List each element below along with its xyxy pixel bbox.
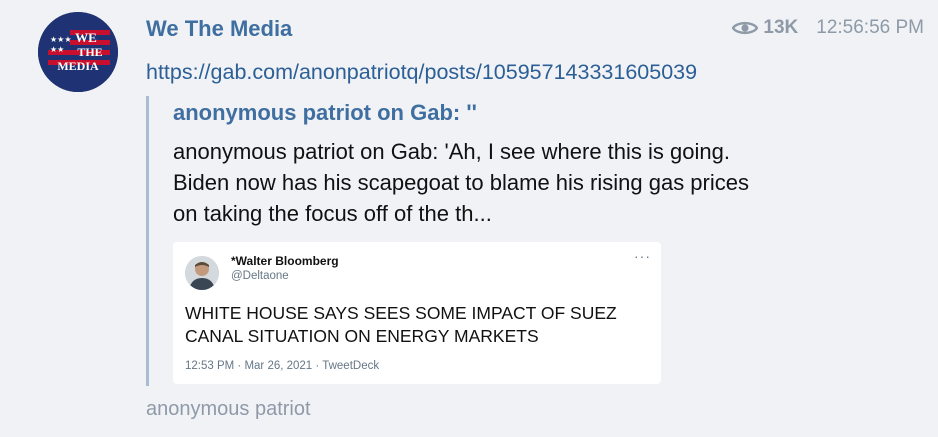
views-count: 13K xyxy=(732,17,798,39)
eye-icon xyxy=(732,21,759,35)
message-time: 12:56:56 PM xyxy=(816,17,924,38)
more-icon: ··· xyxy=(634,248,651,264)
tweet-image[interactable]: *Walter Bloomberg @Deltaone ··· WHITE HO… xyxy=(173,242,661,384)
link-preview[interactable]: anonymous patriot on Gab: '' anonymous p… xyxy=(146,96,829,386)
post-link[interactable]: https://gab.com/anonpatriotq/posts/10595… xyxy=(146,60,697,85)
avatar-text-the: THE xyxy=(77,45,102,59)
message-meta: 13K 12:56:56 PM xyxy=(732,17,924,39)
tweet-avatar xyxy=(185,256,219,290)
preview-title: anonymous patriot on Gab: '' xyxy=(173,100,477,125)
views-value: 13K xyxy=(763,17,799,38)
avatar-text-media: MEDIA xyxy=(57,59,99,73)
avatar-text-we: WE xyxy=(75,30,97,45)
message-author: anonymous patriot xyxy=(146,398,311,420)
svg-text:★★★: ★★★ xyxy=(50,35,72,44)
svg-text:★★: ★★ xyxy=(50,45,64,54)
tweet-meta: 12:53 PM · Mar 26, 2021 · TweetDeck xyxy=(185,360,380,372)
preview-text: anonymous patriot on Gab: 'Ah, I see whe… xyxy=(173,139,749,226)
tweet-author-name: *Walter Bloomberg xyxy=(231,254,339,268)
channel-name[interactable]: We The Media xyxy=(146,16,292,42)
tweet-text: WHITE HOUSE SAYS SEES SOME IMPACT OF SUE… xyxy=(185,303,617,346)
tweet-author-handle: @Deltaone xyxy=(231,270,289,282)
channel-avatar[interactable]: ★★★ ★★ WE THE MEDIA xyxy=(38,12,118,92)
